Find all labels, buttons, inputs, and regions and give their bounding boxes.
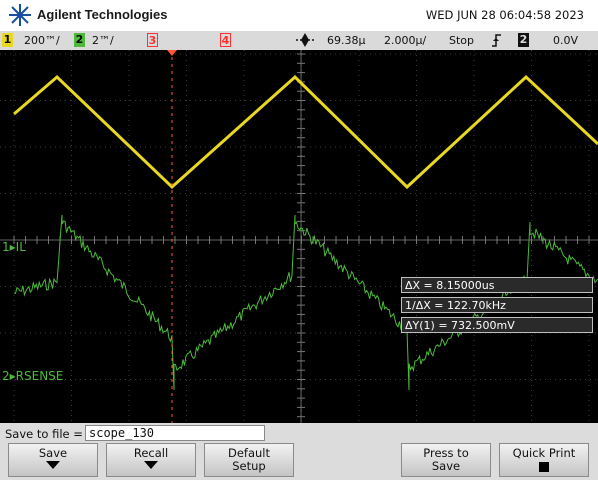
- trigger-time-marker: [167, 50, 177, 56]
- ch1-ground-marker: 1▸IL: [2, 240, 26, 254]
- waveform-display[interactable]: 1▸IL 2▸RSENSE ΔX = 8.15000us 1/ΔX = 122.…: [0, 50, 598, 423]
- quick-print-button[interactable]: Quick Print: [499, 443, 589, 477]
- trigger-level[interactable]: 0.0V: [553, 34, 578, 47]
- measurement-delta-y: ΔY(1) = 732.500mV: [401, 317, 593, 333]
- square-icon: [539, 462, 549, 472]
- press-to-save-button[interactable]: Press to Save: [401, 443, 491, 477]
- trigger-channel[interactable]: 2: [518, 33, 529, 47]
- save-to-file-label: Save to file =: [5, 427, 83, 441]
- default-setup-button[interactable]: Default Setup: [204, 443, 294, 477]
- arrow-down-icon: [144, 461, 158, 469]
- recall-button[interactable]: Recall: [106, 443, 196, 477]
- run-state[interactable]: Stop: [449, 34, 474, 47]
- header-bar: Agilent Technologies WED JUN 28 06:04:58…: [0, 0, 598, 31]
- time-scale[interactable]: 2.000µ/: [384, 34, 426, 47]
- ch2-label: RSENSE: [15, 369, 64, 383]
- ch1-label: IL: [15, 240, 26, 254]
- measurement-inverse-delta-x: 1/ΔX = 122.70kHz: [401, 297, 593, 313]
- waveform-graticule: [0, 50, 598, 423]
- arrow-down-icon: [46, 461, 60, 469]
- softkey-panel: Save to file = scope_130 Save Recall Def…: [0, 423, 598, 480]
- save-button[interactable]: Save: [8, 443, 98, 477]
- agilent-logo-icon: [9, 4, 31, 26]
- ch2-number[interactable]: 2: [74, 33, 85, 47]
- ch2-scale[interactable]: 2™/: [92, 34, 114, 47]
- time-offset[interactable]: 69.38µ: [327, 34, 366, 47]
- measurement-delta-x: ΔX = 8.15000us: [401, 277, 593, 293]
- status-bar: 1 200™/ 2 2™/ 3 4 69.38µ 2.000µ/ Stop 2 …: [0, 31, 598, 50]
- time-reference-icon: [296, 33, 314, 47]
- ch1-number[interactable]: 1: [2, 33, 13, 47]
- date-time: WED JUN 28 06:04:58 2023: [425, 8, 584, 22]
- ch1-triangle-waveform: [13, 74, 598, 190]
- graticule-grid: [0, 50, 598, 423]
- ch2-ground-marker: 2▸RSENSE: [2, 369, 64, 383]
- ch4-number[interactable]: 4: [220, 33, 231, 47]
- rising-edge-icon: [492, 34, 501, 47]
- ch1-scale[interactable]: 200™/: [24, 34, 60, 47]
- ch3-number[interactable]: 3: [147, 33, 158, 47]
- filename-field[interactable]: scope_130: [85, 425, 265, 441]
- brand-name: Agilent Technologies: [37, 7, 168, 22]
